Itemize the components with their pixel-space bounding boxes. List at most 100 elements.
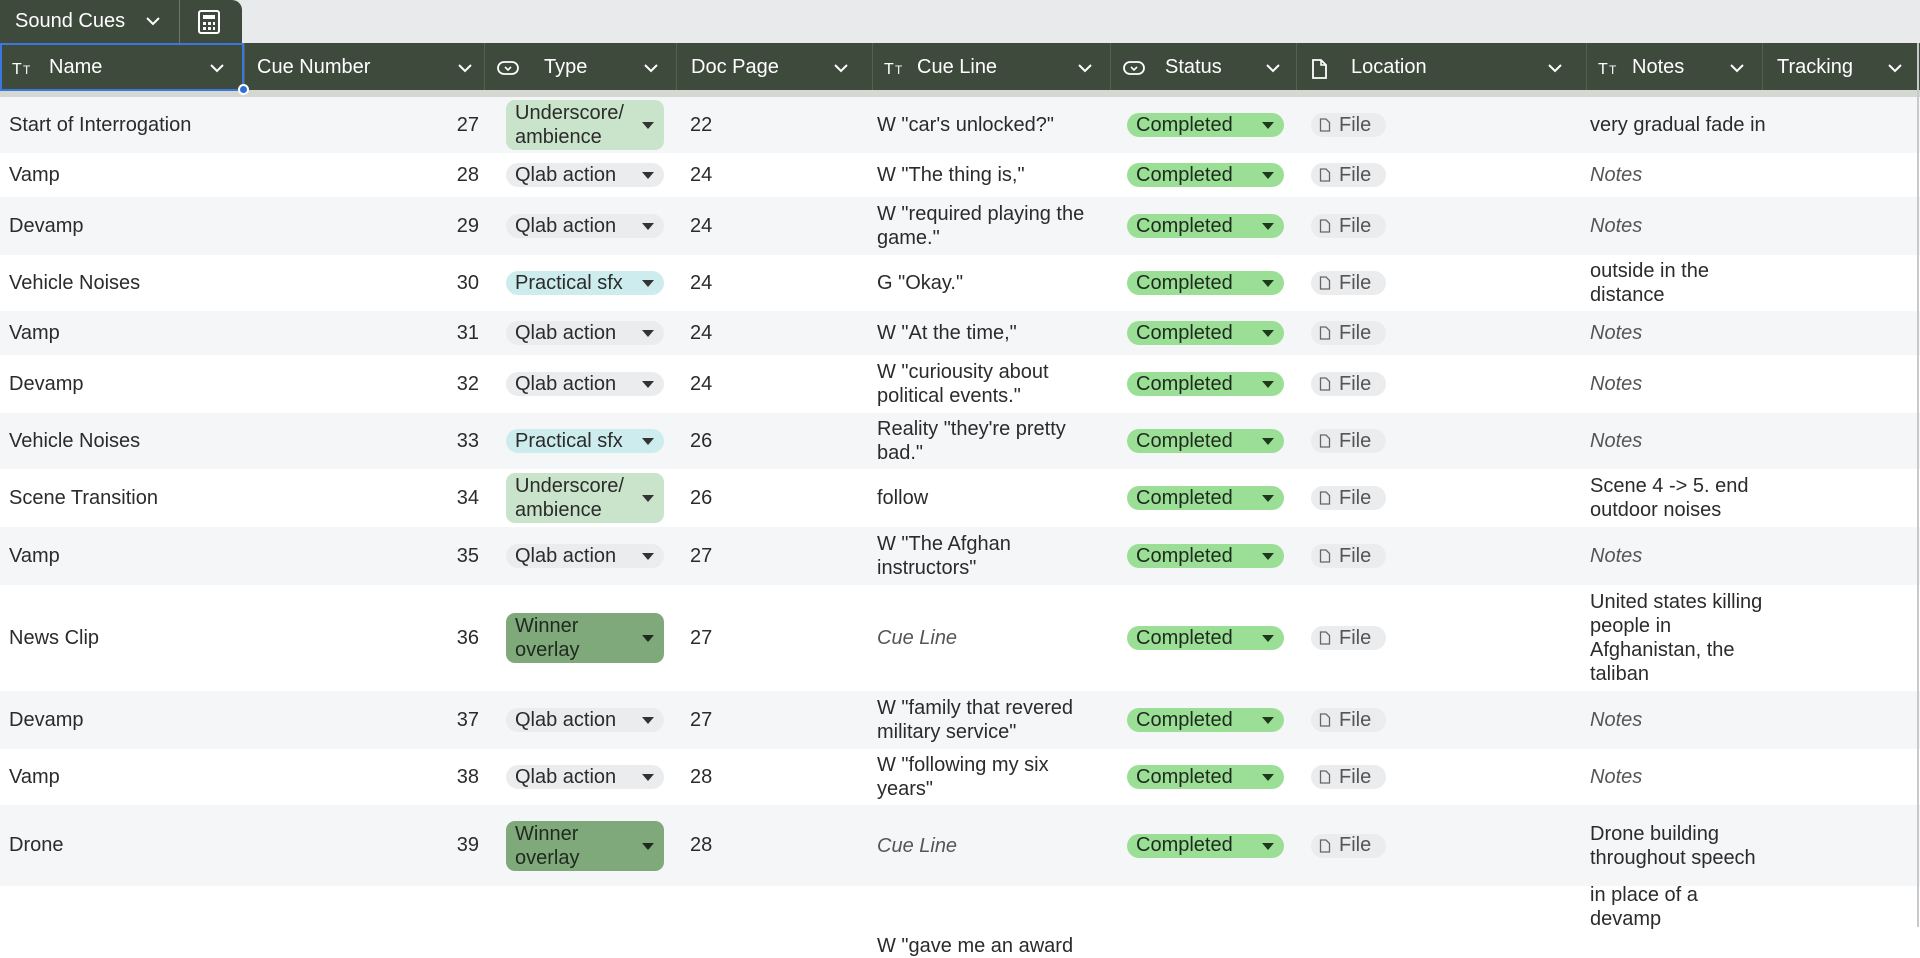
dropdown-arrow-icon[interactable] <box>642 438 654 445</box>
column-separator[interactable] <box>484 43 485 92</box>
dropdown-arrow-icon[interactable] <box>642 122 654 129</box>
cell-status[interactable] <box>1127 886 1287 946</box>
chevron-down-icon[interactable] <box>144 12 162 30</box>
cell-notes[interactable]: Notes <box>1590 153 1770 197</box>
dropdown-arrow-icon[interactable] <box>1262 172 1274 179</box>
column-separator[interactable] <box>1296 43 1297 92</box>
cell-status[interactable]: Completed <box>1127 527 1287 585</box>
dropdown-arrow-icon[interactable] <box>1262 122 1274 129</box>
cell-doc-page[interactable] <box>690 886 840 946</box>
chevron-down-icon[interactable] <box>1546 59 1564 83</box>
column-header-cue-number[interactable]: Cue Number <box>244 43 484 92</box>
cell-doc-page[interactable]: 27 <box>690 585 840 691</box>
column-header-notes[interactable]: T T Notes <box>1586 43 1762 92</box>
cell-doc-page[interactable]: 24 <box>690 197 840 255</box>
cell-cue-line[interactable]: W "curiousity about political events." <box>877 355 1097 413</box>
cell-cue-line[interactable]: W "car's unlocked?" <box>877 97 1097 153</box>
cell-cue-number[interactable]: 35 <box>246 527 479 585</box>
dropdown-arrow-icon[interactable] <box>1262 774 1274 781</box>
table-row[interactable]: Vamp 38 Qlab action 28 W "following my six y… <box>0 749 1920 805</box>
status-select-pill[interactable]: Completed <box>1127 765 1284 789</box>
table-row[interactable]: Vamp 35 Qlab action 27 W "The Afghan instruc… <box>0 527 1920 585</box>
dropdown-arrow-icon[interactable] <box>642 381 654 388</box>
cell-location[interactable] <box>1311 886 1511 946</box>
file-attachment-button[interactable]: File <box>1311 321 1386 345</box>
chevron-down-icon[interactable] <box>1728 59 1746 83</box>
cell-doc-page[interactable]: 27 <box>690 527 840 585</box>
file-attachment-button[interactable]: File <box>1311 271 1386 295</box>
cell-cue-line[interactable]: Cue Line <box>877 585 1097 691</box>
column-header-name[interactable]: T T Name <box>0 43 244 92</box>
cell-location[interactable]: File <box>1311 197 1511 255</box>
cell-type[interactable] <box>506 886 666 946</box>
cell-name[interactable]: Vamp <box>9 527 239 585</box>
cell-location[interactable]: File <box>1311 355 1511 413</box>
status-select-pill[interactable]: Completed <box>1127 271 1284 295</box>
status-select-pill[interactable]: Completed <box>1127 544 1284 568</box>
status-select-pill[interactable]: Completed <box>1127 214 1284 238</box>
column-header-location[interactable]: Location <box>1296 43 1586 92</box>
file-attachment-button[interactable]: File <box>1311 214 1386 238</box>
cell-name[interactable]: Start of Interrogation <box>9 97 239 153</box>
cell-type[interactable]: Underscore/ ambience <box>506 469 666 527</box>
cell-name[interactable] <box>9 886 239 946</box>
column-separator[interactable] <box>872 43 873 92</box>
type-select-pill[interactable]: Underscore/ ambience <box>506 100 664 150</box>
chevron-down-icon[interactable] <box>642 59 660 83</box>
column-separator[interactable] <box>1110 43 1111 92</box>
cell-type[interactable]: Qlab action <box>506 527 666 585</box>
cell-type[interactable]: Practical sfx <box>506 413 666 469</box>
cell-name[interactable]: Vehicle Noises <box>9 413 239 469</box>
status-select-pill[interactable]: Completed <box>1127 833 1284 858</box>
cell-status[interactable]: Completed <box>1127 691 1287 749</box>
cell-name[interactable]: Drone <box>9 805 239 886</box>
cell-cue-number[interactable]: 38 <box>246 749 479 805</box>
cell-cue-number[interactable]: 29 <box>246 197 479 255</box>
chevron-down-icon[interactable] <box>1076 59 1094 83</box>
cell-location[interactable]: File <box>1311 527 1511 585</box>
dropdown-arrow-icon[interactable] <box>642 495 654 502</box>
cell-status[interactable]: Completed <box>1127 355 1287 413</box>
cell-type[interactable]: Qlab action <box>506 749 666 805</box>
dropdown-arrow-icon[interactable] <box>1262 223 1274 230</box>
cell-cue-number[interactable]: 28 <box>246 153 479 197</box>
cell-cue-number[interactable]: 31 <box>246 311 479 355</box>
cell-cue-number[interactable]: 33 <box>246 413 479 469</box>
table-row[interactable]: Start of Interrogation 27 Underscore/ ambi… <box>0 97 1920 153</box>
cell-doc-page[interactable]: 24 <box>690 355 840 413</box>
table-row[interactable]: Scene Transition 34 Underscore/ ambience 26… <box>0 469 1920 527</box>
cell-cue-line[interactable]: W "The Afghan instructors" <box>877 527 1097 585</box>
dropdown-arrow-icon[interactable] <box>1262 842 1274 850</box>
column-header-doc-page[interactable]: Doc Page <box>676 43 872 92</box>
cell-status[interactable]: Completed <box>1127 469 1287 527</box>
table-row[interactable]: News Clip 36 Winner overlay 27 Cue Line Compl… <box>0 585 1920 691</box>
cell-notes[interactable]: Scene 4 -> 5. end outdoor noises <box>1590 469 1770 527</box>
cell-cue-number[interactable]: 27 <box>246 97 479 153</box>
cell-location[interactable]: File <box>1311 585 1511 691</box>
cell-doc-page[interactable]: 24 <box>690 255 840 311</box>
file-attachment-button[interactable]: File <box>1311 113 1386 137</box>
dropdown-arrow-icon[interactable] <box>642 774 654 781</box>
table-row[interactable]: W "gave me an award in place of a devamp <box>0 884 1920 957</box>
cell-location[interactable]: File <box>1311 255 1511 311</box>
table-row[interactable]: Vehicle Noises 30 Practical sfx 24 G "Okay."… <box>0 255 1920 311</box>
cell-cue-line[interactable]: W "required playing the game." <box>877 197 1097 255</box>
cell-doc-page[interactable]: 26 <box>690 469 840 527</box>
table-row[interactable]: Devamp 37 Qlab action 27 W "family that reve… <box>0 691 1920 749</box>
cell-notes[interactable]: Notes <box>1590 527 1770 585</box>
status-select-pill[interactable]: Completed <box>1127 321 1284 345</box>
cell-notes[interactable]: outside in the distance <box>1590 255 1770 311</box>
file-attachment-button[interactable]: File <box>1311 372 1386 396</box>
cell-location[interactable]: File <box>1311 691 1511 749</box>
dropdown-arrow-icon[interactable] <box>1262 635 1274 642</box>
type-select-pill[interactable]: Winner overlay <box>506 613 664 663</box>
cell-doc-page[interactable]: 28 <box>690 749 840 805</box>
cell-status[interactable]: Completed <box>1127 97 1287 153</box>
cell-notes[interactable]: Notes <box>1590 355 1770 413</box>
dropdown-arrow-icon[interactable] <box>1262 717 1274 724</box>
column-header-tracking[interactable]: Tracking <box>1762 43 1920 92</box>
cell-status[interactable]: Completed <box>1127 749 1287 805</box>
dropdown-arrow-icon[interactable] <box>1262 330 1274 337</box>
cell-cue-number[interactable]: 34 <box>246 469 479 527</box>
cell-cue-number[interactable]: 32 <box>246 355 479 413</box>
